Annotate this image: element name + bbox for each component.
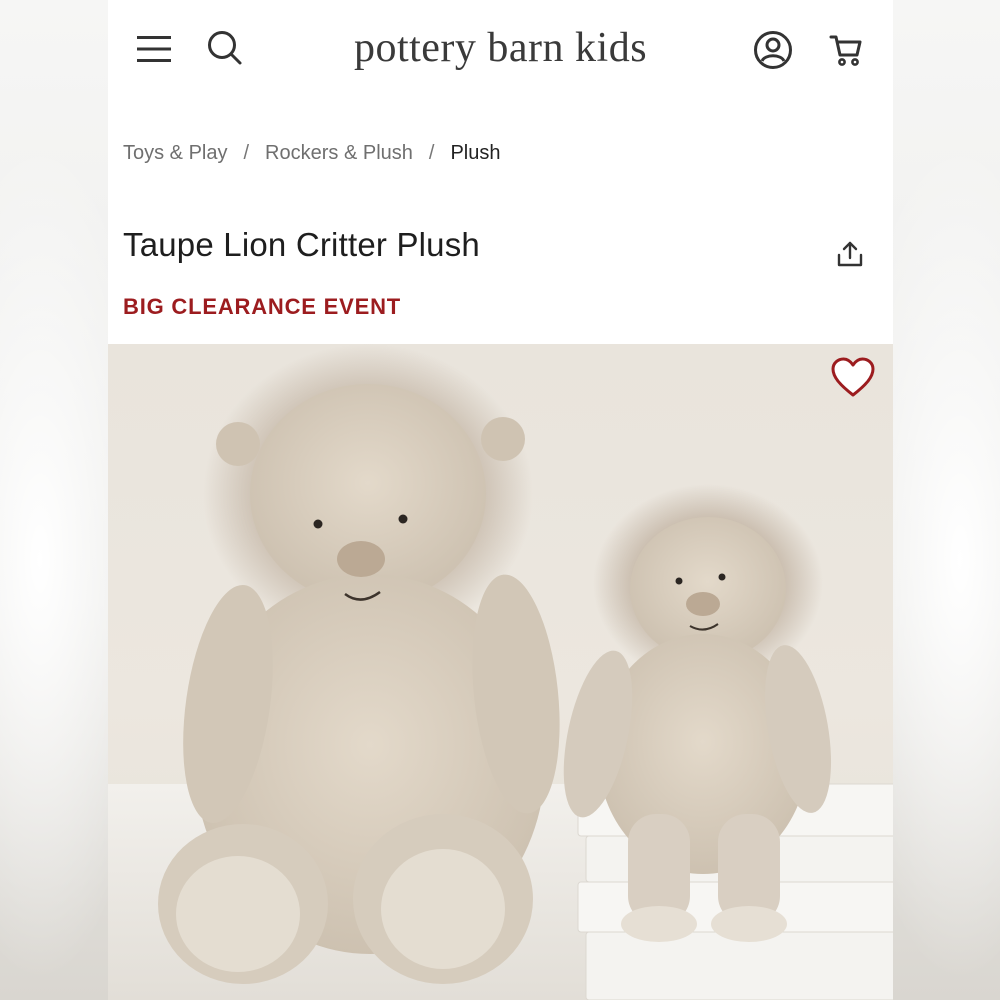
mobile-page: pottery barn kids Toys & Play / Rockers … <box>108 0 893 1000</box>
breadcrumb-item-rockers-plush[interactable]: Rockers & Plush <box>265 142 413 165</box>
account-button[interactable] <box>750 27 796 73</box>
cart-button[interactable] <box>824 28 868 72</box>
breadcrumb-separator: / <box>243 141 250 164</box>
favorite-button[interactable] <box>830 356 882 404</box>
breadcrumb: Toys & Play / Rockers & Plush / Plush <box>123 138 500 168</box>
product-image[interactable] <box>108 344 893 1000</box>
user-account-icon <box>754 31 792 69</box>
hamburger-menu-icon <box>137 36 171 62</box>
site-logo[interactable]: pottery barn kids <box>308 18 693 78</box>
menu-button[interactable] <box>134 29 174 69</box>
share-button[interactable] <box>830 234 870 274</box>
product-title: Taupe Lion Critter Plush <box>123 226 480 263</box>
plush-lions-illustration <box>108 344 893 1000</box>
site-header: pottery barn kids <box>108 0 893 100</box>
search-button[interactable] <box>204 27 246 69</box>
breadcrumb-item-toys-play[interactable]: Toys & Play <box>123 142 227 165</box>
share-icon <box>837 241 863 267</box>
breadcrumb-item-plush: Plush <box>450 141 501 164</box>
promo-label: BIG CLEARANCE EVENT <box>123 294 401 319</box>
search-icon <box>208 31 242 65</box>
breadcrumb-separator: / <box>428 141 435 164</box>
heart-icon <box>831 357 875 397</box>
large-lion-plush <box>158 344 560 984</box>
shopping-cart-icon <box>829 35 862 66</box>
